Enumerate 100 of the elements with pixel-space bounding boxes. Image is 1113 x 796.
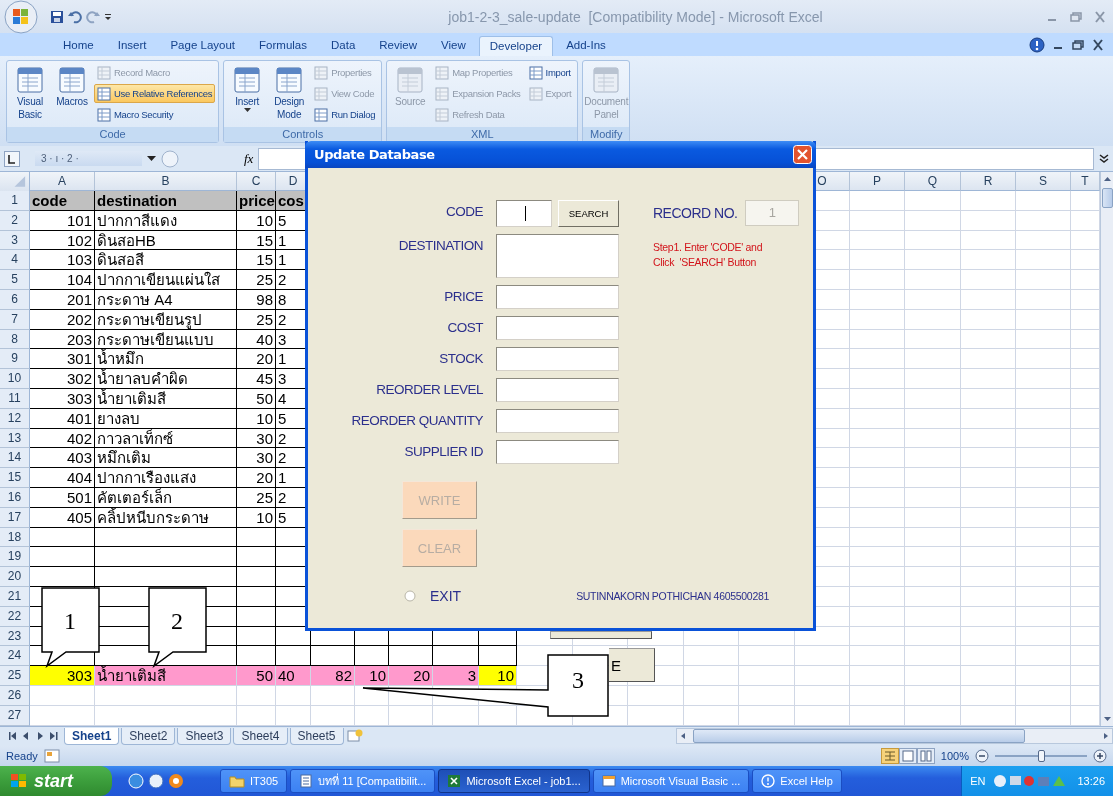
- field-label: SUPPLIER ID: [403, 443, 483, 461]
- row-header[interactable]: 18: [0, 527, 30, 548]
- row-header[interactable]: 23: [0, 626, 30, 647]
- restore-button[interactable]: [1071, 38, 1085, 51]
- sheet-tab[interactable]: Sheet4: [233, 727, 288, 745]
- row-header[interactable]: 22: [0, 606, 30, 627]
- row-header[interactable]: 27: [0, 705, 30, 726]
- name-box[interactable]: 3 · ı · 2 ·: [35, 151, 142, 166]
- row-header[interactable]: 25: [0, 666, 30, 686]
- table-cell: 303: [30, 388, 95, 409]
- table-cell: 30: [237, 448, 276, 469]
- row-header[interactable]: 7: [0, 309, 30, 330]
- horizontal-scrollbar[interactable]: [676, 728, 1113, 744]
- row-header[interactable]: 14: [0, 448, 30, 469]
- row-header[interactable]: 3: [0, 230, 30, 251]
- help-icon[interactable]: [1029, 36, 1045, 53]
- input-field[interactable]: [496, 440, 619, 464]
- table-cell: 20: [237, 468, 276, 488]
- ribbon-tab[interactable]: Data: [320, 35, 367, 56]
- field-label: STOCK: [438, 350, 483, 368]
- input-field[interactable]: [496, 409, 619, 433]
- ribbon-tab[interactable]: Home: [52, 35, 105, 56]
- input-field[interactable]: [496, 378, 619, 402]
- row-header[interactable]: 20: [0, 567, 30, 587]
- function-label[interactable]: fx: [244, 150, 254, 167]
- undo-icon[interactable]: [68, 9, 82, 24]
- table-cell: 401: [30, 408, 95, 429]
- input-field[interactable]: [496, 347, 619, 371]
- close-button[interactable]: [793, 145, 812, 164]
- zoom-in-button[interactable]: [1093, 748, 1107, 763]
- round-button-icon[interactable]: [161, 149, 179, 168]
- ribbon-button[interactable]: Macro Security: [94, 105, 216, 124]
- table-cell: ปากกาเรืองแสง: [95, 468, 237, 488]
- table-cell: ปากกาเขียนแผ่นใส: [95, 270, 237, 290]
- row-header[interactable]: 15: [0, 468, 30, 488]
- zoom-out-button[interactable]: [975, 748, 989, 763]
- ribbon-tab[interactable]: Page Layout: [159, 35, 247, 56]
- zoom-level-text[interactable]: 100%: [940, 749, 969, 762]
- row-header[interactable]: 17: [0, 507, 30, 528]
- ribbon-tab[interactable]: Formulas: [248, 35, 318, 56]
- save-icon[interactable]: [50, 9, 64, 24]
- vertical-scrollbar[interactable]: [1100, 172, 1113, 726]
- scroll-thumb[interactable]: [1102, 188, 1113, 208]
- ribbon-button[interactable]: Insert: [227, 63, 268, 125]
- radio-label[interactable]: EXIT: [430, 588, 462, 604]
- row-header[interactable]: 26: [0, 685, 30, 706]
- row-header[interactable]: 16: [0, 487, 30, 508]
- row-header[interactable]: 11: [0, 388, 30, 409]
- sheet-button[interactable]: E: [609, 648, 655, 682]
- row-header[interactable]: 24: [0, 646, 30, 667]
- ribbon-button[interactable]: Design Mode: [269, 63, 310, 125]
- row-header[interactable]: 1: [0, 191, 30, 211]
- macro-record-icon[interactable]: [43, 748, 60, 763]
- row-header[interactable]: 19: [0, 547, 30, 568]
- ribbon-button[interactable]: Run Dialog: [311, 105, 379, 124]
- scroll-thumb[interactable]: [693, 729, 1025, 743]
- row-header[interactable]: 4: [0, 250, 30, 271]
- row-header[interactable]: 21: [0, 586, 30, 607]
- dialog-title: Update Database: [314, 147, 435, 162]
- close-button[interactable]: [1091, 38, 1105, 51]
- insert-sheet-icon[interactable]: [345, 729, 364, 743]
- sheet-button[interactable]: [550, 631, 652, 639]
- search-button[interactable]: SEARCH: [558, 200, 619, 227]
- ribbon-tab[interactable]: Add-Ins: [555, 35, 617, 56]
- sheet-tab[interactable]: Sheet2: [121, 727, 176, 745]
- ribbon-button[interactable]: Macros: [52, 63, 92, 125]
- status-text: Ready: [6, 749, 38, 762]
- caret-icon: [243, 108, 251, 113]
- input-field[interactable]: [496, 316, 619, 340]
- row-header[interactable]: 2: [0, 210, 30, 231]
- row-header[interactable]: 13: [0, 428, 30, 449]
- sheet-tab[interactable]: Sheet1: [64, 727, 120, 745]
- row-header[interactable]: 12: [0, 408, 30, 429]
- ribbon-button[interactable]: Use Relative References: [94, 84, 216, 103]
- zoom-slider[interactable]: [995, 748, 1087, 763]
- orb-icon[interactable]: [4, 0, 38, 34]
- sheet-tab[interactable]: Sheet3: [177, 727, 232, 745]
- input-field[interactable]: [496, 200, 552, 227]
- taskbar-button[interactable]: Microsoft Excel - job1...: [438, 769, 590, 793]
- row-header[interactable]: 10: [0, 369, 30, 389]
- ribbon-button[interactable]: Import: [525, 63, 575, 82]
- ribbon-tab[interactable]: View: [430, 35, 477, 56]
- row-header[interactable]: 6: [0, 290, 30, 310]
- ribbon-tab[interactable]: Insert: [106, 35, 158, 56]
- ribbon-tab[interactable]: Review: [368, 35, 428, 56]
- row-header[interactable]: 8: [0, 329, 30, 350]
- sheet-tab[interactable]: Sheet5: [289, 727, 344, 745]
- input-field[interactable]: [496, 285, 619, 309]
- input-field[interactable]: [496, 234, 619, 278]
- dropdown-caret-icon[interactable]: [147, 155, 156, 162]
- row-header[interactable]: 5: [0, 270, 30, 290]
- expand-icon[interactable]: [1099, 153, 1109, 164]
- group-label: Controls: [224, 127, 382, 142]
- radio-button[interactable]: [404, 590, 416, 602]
- select-all-button[interactable]: [4, 150, 20, 167]
- row-header[interactable]: 9: [0, 349, 30, 370]
- ribbon-tab[interactable]: Developer: [478, 36, 554, 56]
- caret-icon[interactable]: [104, 11, 112, 22]
- ribbon-button[interactable]: Visual Basic: [10, 63, 50, 125]
- view-buttons-drawing[interactable]: [880, 747, 935, 764]
